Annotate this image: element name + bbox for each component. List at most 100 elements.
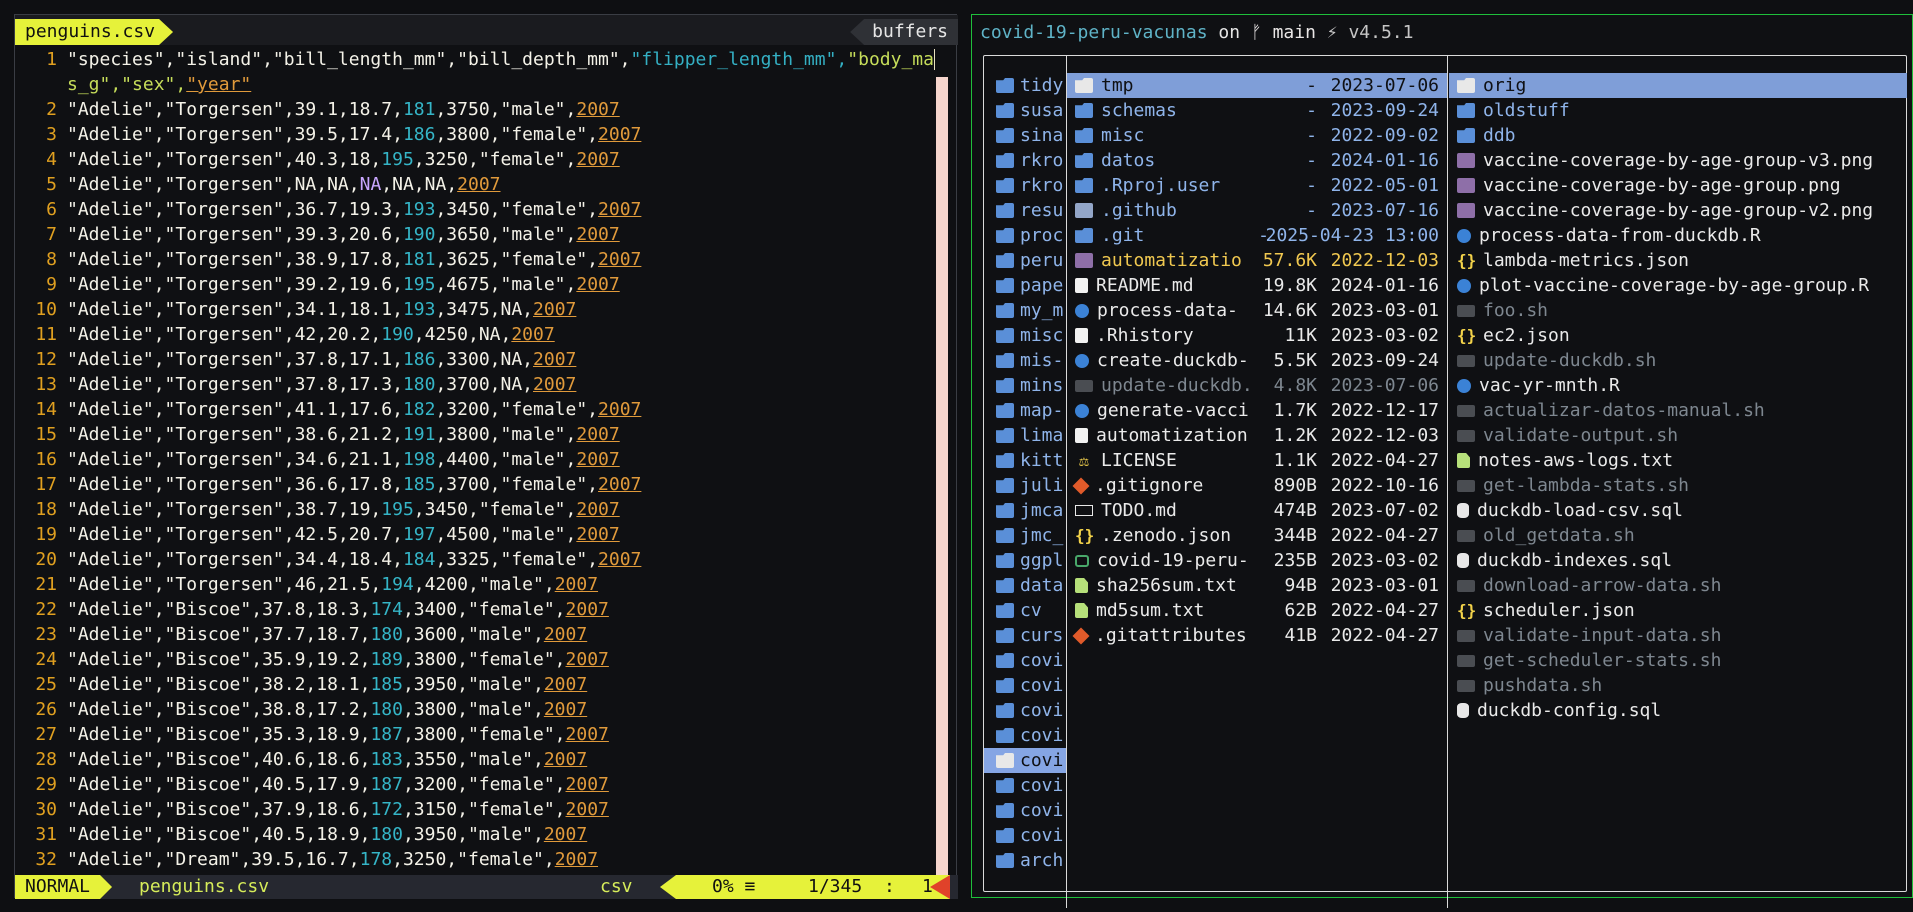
parent-dir-item[interactable]: data xyxy=(984,573,1066,598)
file-list-item[interactable]: covid-19-peru- 235B 2023-03-02 xyxy=(1067,548,1447,573)
preview-item[interactable]: {} ec2.json xyxy=(1449,323,1907,348)
editor-text-area[interactable]: 1 "species","island","bill_length_mm","b… xyxy=(15,47,935,882)
preview-item[interactable]: ddb xyxy=(1449,123,1907,148)
preview-item[interactable]: plot-vaccine-coverage-by-age-group.R xyxy=(1449,273,1907,298)
editor-line[interactable]: 10 "Adelie","Torgersen",34.1,18.1,193,347… xyxy=(15,297,935,322)
preview-item[interactable]: duckdb-indexes.sql xyxy=(1449,548,1907,573)
vim-window[interactable]: penguins.csv buffers 1 "species","island… xyxy=(14,14,958,899)
file-list-item[interactable]: sha256sum.txt 94B 2023-03-01 xyxy=(1067,573,1447,598)
preview-item[interactable]: orig xyxy=(1449,73,1907,98)
file-list-item[interactable]: md5sum.txt 62B 2022-04-27 xyxy=(1067,598,1447,623)
preview-item[interactable]: old_getdata.sh xyxy=(1449,523,1907,548)
parent-dir-item[interactable]: sina xyxy=(984,123,1066,148)
file-list-item[interactable]: datos -2024-01-16 xyxy=(1067,148,1447,173)
parent-dir-item[interactable]: tidy xyxy=(984,73,1066,98)
preview-item[interactable]: vaccine-coverage-by-age-group-v2.png xyxy=(1449,198,1907,223)
file-list-item[interactable]: .Rhistory 11K 2023-03-02 xyxy=(1067,323,1447,348)
parent-dir-item[interactable]: pape xyxy=(984,273,1066,298)
editor-line[interactable]: 3 "Adelie","Torgersen",39.5,17.4,186,3800… xyxy=(15,122,935,147)
editor-line[interactable]: 22 "Adelie","Biscoe",37.8,18.3,174,3400,"… xyxy=(15,597,935,622)
buffers-indicator[interactable]: buffers xyxy=(850,19,958,45)
editor-line[interactable]: 28 "Adelie","Biscoe",40.6,18.6,183,3550,"… xyxy=(15,747,935,772)
file-list-item[interactable]: update-duckdb. 4.8K 2023-07-06 xyxy=(1067,373,1447,398)
preview-item[interactable]: vaccine-coverage-by-age-group-v3.png xyxy=(1449,148,1907,173)
parent-dir-item[interactable]: map- xyxy=(984,398,1066,423)
editor-line[interactable]: 26 "Adelie","Biscoe",38.8,17.2,180,3800,"… xyxy=(15,697,935,722)
parent-dir-item[interactable]: covi xyxy=(984,723,1066,748)
file-list-item[interactable]: process-data- 14.6K 2023-03-01 xyxy=(1067,298,1447,323)
editor-line[interactable]: 11 "Adelie","Torgersen",42,20.2,190,4250,… xyxy=(15,322,935,347)
editor-line[interactable]: 15 "Adelie","Torgersen",38.6,21.2,191,380… xyxy=(15,422,935,447)
editor-line[interactable]: 17 "Adelie","Torgersen",36.6,17.8,185,370… xyxy=(15,472,935,497)
file-list-item[interactable]: .github -2023-07-16 xyxy=(1067,198,1447,223)
file-list-item[interactable]: .Rproj.user -2022-05-01 xyxy=(1067,173,1447,198)
preview-item[interactable]: process-data-from-duckdb.R xyxy=(1449,223,1907,248)
preview-item[interactable]: notes-aws-logs.txt xyxy=(1449,448,1907,473)
parent-dir-item[interactable]: covi xyxy=(984,823,1066,848)
preview-item[interactable]: actualizar-datos-manual.sh xyxy=(1449,398,1907,423)
editor-line[interactable]: 30 "Adelie","Biscoe",37.9,18.6,172,3150,"… xyxy=(15,797,935,822)
editor-line[interactable]: 12 "Adelie","Torgersen",37.8,17.1,186,330… xyxy=(15,347,935,372)
editor-line[interactable]: 6 "Adelie","Torgersen",36.7,19.3,193,3450… xyxy=(15,197,935,222)
editor-line[interactable]: 24 "Adelie","Biscoe",35.9,19.2,189,3800,"… xyxy=(15,647,935,672)
file-list-item[interactable]: misc -2022-09-02 xyxy=(1067,123,1447,148)
parent-dir-item[interactable]: juli xyxy=(984,473,1066,498)
preview-item[interactable]: vac-yr-mnth.R xyxy=(1449,373,1907,398)
editor-line[interactable]: 2 "Adelie","Torgersen",39.1,18.7,181,3750… xyxy=(15,97,935,122)
file-list-item[interactable]: TODO.md 474B 2023-07-02 xyxy=(1067,498,1447,523)
parent-dir-item[interactable]: resu xyxy=(984,198,1066,223)
editor-line[interactable]: 27 "Adelie","Biscoe",35.3,18.9,187,3800,"… xyxy=(15,722,935,747)
parent-dir-item[interactable]: covi xyxy=(984,648,1066,673)
preview-item[interactable]: validate-input-data.sh xyxy=(1449,623,1907,648)
editor-line[interactable]: 29 "Adelie","Biscoe",40.5,17.9,187,3200,"… xyxy=(15,772,935,797)
editor-line[interactable]: 13 "Adelie","Torgersen",37.8,17.3,180,370… xyxy=(15,372,935,397)
preview-item[interactable]: duckdb-load-csv.sql xyxy=(1449,498,1907,523)
editor-line[interactable]: 7 "Adelie","Torgersen",39.3,20.6,190,3650… xyxy=(15,222,935,247)
preview-item[interactable]: get-lambda-stats.sh xyxy=(1449,473,1907,498)
preview-item[interactable]: vaccine-coverage-by-age-group.png xyxy=(1449,173,1907,198)
editor-line[interactable]: 23 "Adelie","Biscoe",37.7,18.7,180,3600,"… xyxy=(15,622,935,647)
parent-dir-item[interactable]: mis- xyxy=(984,348,1066,373)
parent-dir-item[interactable]: misc xyxy=(984,323,1066,348)
editor-scrollbar[interactable] xyxy=(936,77,948,882)
preview-item[interactable]: get-scheduler-stats.sh xyxy=(1449,648,1907,673)
parent-dir-item[interactable]: covi xyxy=(984,673,1066,698)
preview-item[interactable]: pushdata.sh xyxy=(1449,673,1907,698)
preview-item[interactable]: oldstuff xyxy=(1449,98,1907,123)
file-list-item[interactable]: create-duckdb- 5.5K 2023-09-24 xyxy=(1067,348,1447,373)
parent-dir-item[interactable]: curs xyxy=(984,623,1066,648)
parent-dir-item[interactable]: rkro xyxy=(984,148,1066,173)
editor-line[interactable]: 14 "Adelie","Torgersen",41.1,17.6,182,320… xyxy=(15,397,935,422)
editor-line[interactable]: 18 "Adelie","Torgersen",38.7,19,195,3450,… xyxy=(15,497,935,522)
tab-penguins-csv[interactable]: penguins.csv xyxy=(15,19,173,45)
file-list-item[interactable]: {} .zenodo.json 344B 2022-04-27 xyxy=(1067,523,1447,548)
file-list-item[interactable]: schemas -2023-09-24 xyxy=(1067,98,1447,123)
parent-dir-item[interactable]: arch xyxy=(984,848,1066,873)
editor-line[interactable]: 32 "Adelie","Dream",39.5,16.7,178,3250,"f… xyxy=(15,847,935,872)
parent-dir-item[interactable]: cv xyxy=(984,598,1066,623)
file-list-item[interactable]: automatization 1.2K 2022-12-03 xyxy=(1067,423,1447,448)
parent-dir-item[interactable]: rkro xyxy=(984,173,1066,198)
file-list-item[interactable]: .git -2025-04-23 13:00 xyxy=(1067,223,1447,248)
preview-item[interactable]: {} scheduler.json xyxy=(1449,598,1907,623)
parent-dir-item[interactable]: jmca xyxy=(984,498,1066,523)
editor-line[interactable]: 31 "Adelie","Biscoe",40.5,18.9,180,3950,"… xyxy=(15,822,935,847)
editor-line[interactable]: 19 "Adelie","Torgersen",42.5,20.7,197,450… xyxy=(15,522,935,547)
editor-line[interactable]: 5 "Adelie","Torgersen",NA,NA,NA,NA,NA,200… xyxy=(15,172,935,197)
editor-line[interactable]: 8 "Adelie","Torgersen",38.9,17.8,181,3625… xyxy=(15,247,935,272)
parent-dir-item[interactable]: covi xyxy=(984,773,1066,798)
editor-line[interactable]: 4 "Adelie","Torgersen",40.3,18,195,3250,"… xyxy=(15,147,935,172)
editor-line-wrap[interactable]: s_g","sex","year" xyxy=(15,72,935,97)
parent-dir-item[interactable]: my_m xyxy=(984,298,1066,323)
parent-dir-item[interactable]: mins xyxy=(984,373,1066,398)
parent-dir-item[interactable]: covi xyxy=(984,698,1066,723)
editor-line[interactable]: 16 "Adelie","Torgersen",34.6,21.1,198,440… xyxy=(15,447,935,472)
parent-dir-item[interactable]: susa xyxy=(984,98,1066,123)
preview-item[interactable]: validate-output.sh xyxy=(1449,423,1907,448)
parent-dir-item[interactable]: peru xyxy=(984,248,1066,273)
editor-line[interactable]: 1 "species","island","bill_length_mm","b… xyxy=(15,47,935,72)
editor-line[interactable]: 21 "Adelie","Torgersen",46,21.5,194,4200,… xyxy=(15,572,935,597)
parent-dir-item[interactable]: ggpl xyxy=(984,548,1066,573)
preview-item[interactable]: {} lambda-metrics.json xyxy=(1449,248,1907,273)
editor-line[interactable]: 20 "Adelie","Torgersen",34.4,18.4,184,332… xyxy=(15,547,935,572)
